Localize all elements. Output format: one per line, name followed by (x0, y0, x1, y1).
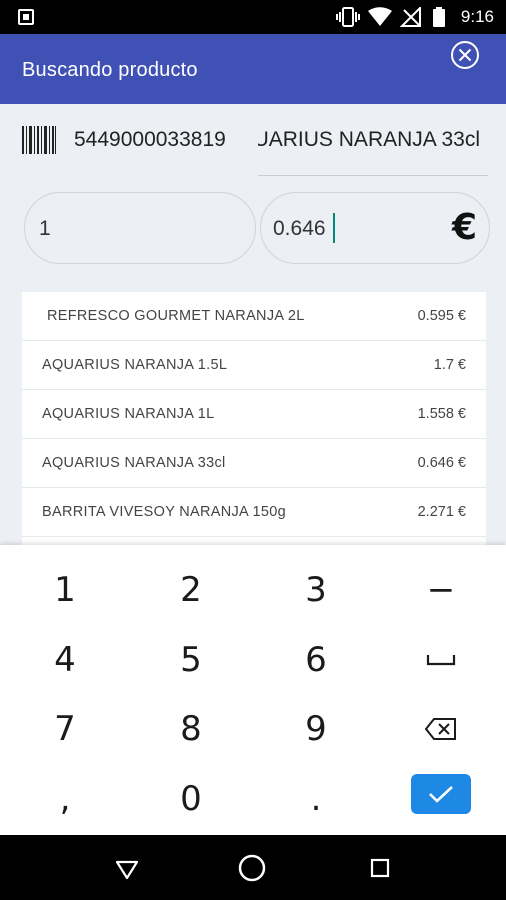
list-item-name: REFRESCO GOURMET NARANJA 2L (47, 308, 305, 324)
list-item[interactable]: AQUARIUS NARANJA 1L 1.558 € (22, 390, 486, 439)
close-icon[interactable] (450, 40, 480, 70)
key-4[interactable]: 4 (5, 626, 125, 694)
status-time: 9:16 (460, 7, 494, 26)
list-item-name: AQUARIUS NARANJA 1.5L (42, 357, 228, 373)
text-cursor (333, 213, 335, 243)
space-icon (426, 655, 456, 666)
quantity-value: 1 (39, 217, 51, 240)
currency-symbol: € (451, 207, 477, 248)
key-minus[interactable]: − (381, 556, 501, 624)
backspace-icon (425, 718, 456, 740)
list-item-name: AQUARIUS NARANJA 1L (42, 406, 215, 422)
enter-button[interactable] (411, 774, 471, 814)
list-item-price: 0.595 € (417, 308, 466, 324)
key-dot[interactable]: . (256, 765, 376, 833)
key-space[interactable] (381, 626, 501, 694)
key-9[interactable]: 9 (256, 695, 376, 763)
status-bar: 9:16 (0, 0, 506, 34)
product-name: AQUARIUS NARANJA 33cl (258, 128, 480, 151)
barcode-value: 5449000033819 (74, 128, 226, 151)
list-item-price: 2.271 € (417, 504, 466, 520)
home-icon[interactable] (237, 853, 267, 883)
list-item[interactable]: REFRESCO GOURMET NARANJA 2L 0.595 € (22, 292, 486, 341)
key-backspace[interactable] (381, 695, 501, 763)
page-title: Buscando producto (22, 59, 198, 81)
key-1[interactable]: 1 (5, 556, 125, 624)
key-6[interactable]: 6 (256, 626, 376, 694)
list-item[interactable]: BARRITA VIVESOY NARANJA 150g 2.271 € (22, 488, 486, 537)
barcode-icon[interactable] (22, 126, 56, 154)
key-2[interactable]: 2 (131, 556, 251, 624)
list-item-price: 1.558 € (417, 406, 466, 422)
price-value: 0.646 (273, 217, 326, 240)
list-item-price: 1.7 € (433, 357, 466, 373)
vibrate-icon (336, 7, 360, 27)
navigation-bar (0, 835, 506, 900)
product-name-field[interactable]: AQUARIUS NARANJA 33cl (258, 104, 488, 176)
check-icon (429, 786, 453, 803)
list-item[interactable]: AQUARIUS NARANJA 1.5L 1.7 € (22, 341, 486, 390)
list-item-price: 0.646 € (417, 455, 466, 471)
recents-icon[interactable] (365, 853, 395, 883)
key-comma[interactable]: , (5, 765, 125, 833)
app-bar: Buscando producto (0, 34, 506, 104)
barcode-row: 5449000033819 AQUARIUS NARANJA 33cl (0, 104, 506, 176)
notification-icon (18, 9, 34, 25)
no-signal-icon (400, 7, 421, 27)
list-item-name: AQUARIUS NARANJA 33cl (42, 455, 226, 471)
key-7[interactable]: 7 (5, 695, 125, 763)
quantity-input[interactable]: 1 (24, 192, 256, 264)
list-item[interactable]: AQUARIUS NARANJA 33cl 0.646 € (22, 439, 486, 488)
numeric-keypad: 1 2 3 − 4 5 6 7 8 9 , 0 . (0, 545, 506, 835)
results-list: REFRESCO GOURMET NARANJA 2L 0.595 € AQUA… (22, 292, 486, 548)
list-item-name: BARRITA VIVESOY NARANJA 150g (42, 504, 286, 520)
key-0[interactable]: 0 (131, 765, 251, 833)
price-input[interactable]: 0.646 € (260, 192, 490, 264)
key-5[interactable]: 5 (131, 626, 251, 694)
key-8[interactable]: 8 (131, 695, 251, 763)
back-icon[interactable] (112, 853, 142, 883)
battery-icon (433, 7, 445, 27)
key-3[interactable]: 3 (256, 556, 376, 624)
wifi-icon (368, 7, 392, 26)
